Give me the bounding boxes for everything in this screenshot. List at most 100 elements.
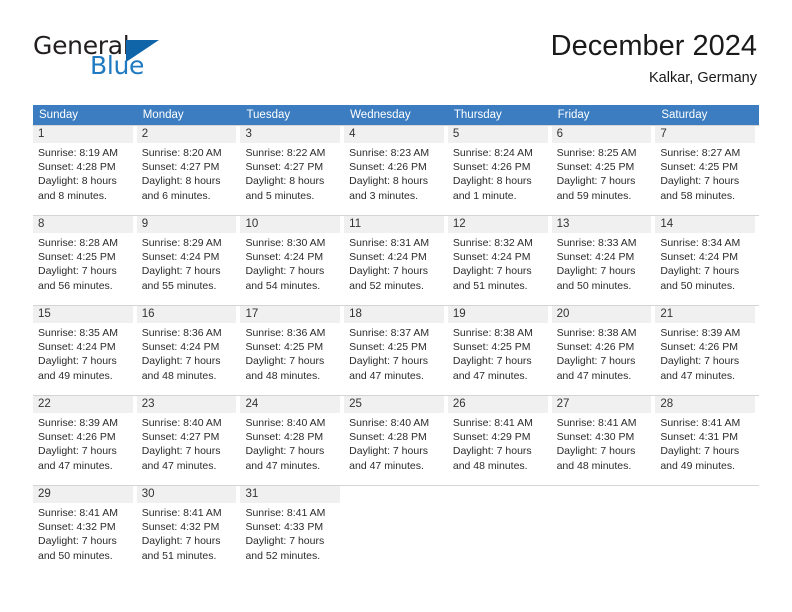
- daylight-text-line1: Daylight: 7 hours: [452, 355, 532, 368]
- day-cell[interactable]: 7 Sunrise: 8:27 AM Sunset: 4:25 PM Daylight…: [655, 126, 759, 215]
- day-details: Sunrise: 8:36 AM Sunset: 4:24 PM Daylight:…: [137, 323, 237, 383]
- weekday-header-sunday: Sunday: [39, 109, 79, 121]
- daylight-text-line2: and 6 minutes.: [141, 189, 211, 202]
- day-cell[interactable]: 31 Sunrise: 8:41 AM Sunset: 4:33 PM Dayligh…: [240, 486, 344, 575]
- weekday-header-tuesday: Tuesday: [246, 109, 291, 121]
- sunrise-text: Sunrise: 8:24 AM: [452, 147, 533, 159]
- title-block: December 2024 Kalkar, Germany: [551, 28, 757, 88]
- day-details: Sunrise: 8:30 AM Sunset: 4:24 PM Daylight:…: [240, 233, 340, 293]
- sunset-text: Sunset: 4:25 PM: [349, 341, 427, 354]
- day-cell[interactable]: 12 Sunrise: 8:32 AM Sunset: 4:24 PM Dayligh…: [447, 216, 552, 305]
- daylight-text-line2: and 54 minutes.: [245, 279, 321, 292]
- sunrise-text: Sunrise: 8:23 AM: [349, 147, 430, 159]
- day-cell[interactable]: 3 Sunrise: 8:22 AM Sunset: 4:27 PM Daylight…: [240, 126, 344, 215]
- daylight-text-line2: and 47 minutes.: [556, 369, 632, 382]
- day-cell[interactable]: 25 Sunrise: 8:40 AM Sunset: 4:28 PM Dayligh…: [344, 396, 448, 485]
- calendar-page: General Blue December 2024 Kalkar, Germa…: [0, 0, 792, 612]
- day-cell[interactable]: 23 Sunrise: 8:40 AM Sunset: 4:27 PM Dayligh…: [136, 396, 241, 485]
- day-cell-empty: [344, 486, 448, 575]
- day-number: 25: [344, 396, 444, 413]
- sunrise-text: Sunrise: 8:27 AM: [660, 147, 741, 159]
- sunrise-text: Sunrise: 8:41 AM: [245, 507, 326, 519]
- daylight-text-line2: and 47 minutes.: [349, 369, 424, 382]
- day-cell[interactable]: 14 Sunrise: 8:34 AM Sunset: 4:24 PM Dayligh…: [655, 216, 759, 305]
- daylight-text-line2: and 51 minutes.: [141, 549, 217, 562]
- day-cell[interactable]: 28 Sunrise: 8:41 AM Sunset: 4:31 PM Dayligh…: [655, 396, 759, 485]
- daylight-text-line1: Daylight: 7 hours: [349, 355, 428, 368]
- day-cell[interactable]: 26 Sunrise: 8:41 AM Sunset: 4:29 PM Dayligh…: [447, 396, 552, 485]
- day-number: 5: [447, 126, 548, 143]
- daylight-text-line2: and 49 minutes.: [660, 459, 736, 472]
- daylight-text-line2: and 47 minutes.: [38, 459, 113, 472]
- daylight-text-line1: Daylight: 7 hours: [141, 355, 221, 368]
- daylight-text-line1: Daylight: 7 hours: [556, 445, 636, 458]
- day-details: Sunrise: 8:39 AM Sunset: 4:26 PM Daylight:…: [655, 323, 755, 383]
- day-number: 26: [447, 396, 548, 413]
- day-cell[interactable]: 20 Sunrise: 8:38 AM Sunset: 4:26 PM Dayligh…: [551, 306, 656, 395]
- day-cell[interactable]: 22 Sunrise: 8:39 AM Sunset: 4:26 PM Dayligh…: [33, 396, 137, 485]
- day-number: 15: [33, 306, 133, 323]
- sunrise-text: Sunrise: 8:20 AM: [141, 147, 222, 159]
- day-cell[interactable]: 5 Sunrise: 8:24 AM Sunset: 4:26 PM Daylight…: [447, 126, 552, 215]
- sunrise-text: Sunrise: 8:22 AM: [245, 147, 326, 159]
- sunset-text: Sunset: 4:26 PM: [452, 161, 531, 174]
- daylight-text-line2: and 56 minutes.: [38, 279, 113, 292]
- week-row: 29 Sunrise: 8:41 AM Sunset: 4:32 PM Dayligh…: [33, 485, 759, 575]
- sunrise-text: Sunrise: 8:41 AM: [141, 507, 222, 519]
- daylight-text-line1: Daylight: 7 hours: [452, 265, 532, 278]
- day-cell[interactable]: 21 Sunrise: 8:39 AM Sunset: 4:26 PM Dayligh…: [655, 306, 759, 395]
- daylight-text-line2: and 48 minutes.: [245, 369, 321, 382]
- daylight-text-line1: Daylight: 7 hours: [245, 355, 325, 368]
- sunset-text: Sunset: 4:26 PM: [349, 161, 427, 174]
- day-cell[interactable]: 11 Sunrise: 8:31 AM Sunset: 4:24 PM Dayligh…: [344, 216, 448, 305]
- day-cell[interactable]: 17 Sunrise: 8:36 AM Sunset: 4:25 PM Dayligh…: [240, 306, 344, 395]
- day-details: Sunrise: 8:19 AM Sunset: 4:28 PM Daylight:…: [33, 143, 133, 203]
- daylight-text-line1: Daylight: 8 hours: [349, 175, 428, 188]
- sunset-text: Sunset: 4:24 PM: [38, 341, 116, 354]
- sunrise-text: Sunrise: 8:40 AM: [141, 417, 222, 429]
- day-cell[interactable]: 24 Sunrise: 8:40 AM Sunset: 4:28 PM Dayligh…: [240, 396, 344, 485]
- sunrise-text: Sunrise: 8:30 AM: [245, 237, 326, 249]
- day-cell[interactable]: 16 Sunrise: 8:36 AM Sunset: 4:24 PM Dayligh…: [136, 306, 241, 395]
- sunrise-text: Sunrise: 8:36 AM: [245, 327, 326, 339]
- sunrise-text: Sunrise: 8:38 AM: [452, 327, 533, 339]
- sunset-text: Sunset: 4:25 PM: [556, 161, 635, 174]
- daylight-text-line1: Daylight: 7 hours: [660, 265, 740, 278]
- day-cell[interactable]: 1 Sunrise: 8:19 AM Sunset: 4:28 PM Daylight…: [33, 126, 137, 215]
- sunset-text: Sunset: 4:27 PM: [141, 161, 220, 174]
- sunrise-text: Sunrise: 8:38 AM: [556, 327, 637, 339]
- day-cell[interactable]: 19 Sunrise: 8:38 AM Sunset: 4:25 PM Dayligh…: [447, 306, 552, 395]
- sunrise-text: Sunrise: 8:40 AM: [349, 417, 430, 429]
- day-cell[interactable]: 2 Sunrise: 8:20 AM Sunset: 4:27 PM Daylight…: [136, 126, 241, 215]
- day-cell[interactable]: 9 Sunrise: 8:29 AM Sunset: 4:24 PM Daylight…: [136, 216, 241, 305]
- sunrise-text: Sunrise: 8:33 AM: [556, 237, 637, 249]
- sunset-text: Sunset: 4:32 PM: [141, 521, 220, 534]
- sunrise-text: Sunrise: 8:34 AM: [660, 237, 741, 249]
- day-cell[interactable]: 13 Sunrise: 8:33 AM Sunset: 4:24 PM Dayligh…: [551, 216, 656, 305]
- daylight-text-line2: and 8 minutes.: [38, 189, 107, 202]
- sunset-text: Sunset: 4:27 PM: [141, 431, 220, 444]
- daylight-text-line2: and 52 minutes.: [349, 279, 424, 292]
- daylight-text-line1: Daylight: 7 hours: [245, 535, 325, 548]
- day-cell[interactable]: 30 Sunrise: 8:41 AM Sunset: 4:32 PM Dayligh…: [136, 486, 241, 575]
- daylight-text-line2: and 47 minutes.: [660, 369, 736, 382]
- daylight-text-line1: Daylight: 7 hours: [141, 535, 221, 548]
- day-cell[interactable]: 8 Sunrise: 8:28 AM Sunset: 4:25 PM Daylight…: [33, 216, 137, 305]
- daylight-text-line1: Daylight: 7 hours: [245, 265, 325, 278]
- daylight-text-line1: Daylight: 7 hours: [349, 265, 428, 278]
- day-cell[interactable]: 27 Sunrise: 8:41 AM Sunset: 4:30 PM Dayligh…: [551, 396, 656, 485]
- day-details: Sunrise: 8:35 AM Sunset: 4:24 PM Daylight:…: [33, 323, 133, 383]
- day-cell[interactable]: 29 Sunrise: 8:41 AM Sunset: 4:32 PM Dayligh…: [33, 486, 137, 575]
- daylight-text-line1: Daylight: 7 hours: [660, 445, 740, 458]
- day-cell[interactable]: 10 Sunrise: 8:30 AM Sunset: 4:24 PM Dayligh…: [240, 216, 344, 305]
- sunrise-text: Sunrise: 8:39 AM: [38, 417, 118, 429]
- day-cell[interactable]: 4 Sunrise: 8:23 AM Sunset: 4:26 PM Daylight…: [344, 126, 448, 215]
- day-details: Sunrise: 8:25 AM Sunset: 4:25 PM Daylight:…: [552, 143, 652, 203]
- location-subtitle: Kalkar, Germany: [649, 70, 757, 86]
- day-cell[interactable]: 18 Sunrise: 8:37 AM Sunset: 4:25 PM Dayligh…: [344, 306, 448, 395]
- sunset-text: Sunset: 4:24 PM: [556, 251, 635, 264]
- daylight-text-line1: Daylight: 8 hours: [38, 175, 117, 188]
- sunset-text: Sunset: 4:24 PM: [141, 341, 220, 354]
- day-cell[interactable]: 15 Sunrise: 8:35 AM Sunset: 4:24 PM Dayligh…: [33, 306, 137, 395]
- day-cell[interactable]: 6 Sunrise: 8:25 AM Sunset: 4:25 PM Daylight…: [551, 126, 656, 215]
